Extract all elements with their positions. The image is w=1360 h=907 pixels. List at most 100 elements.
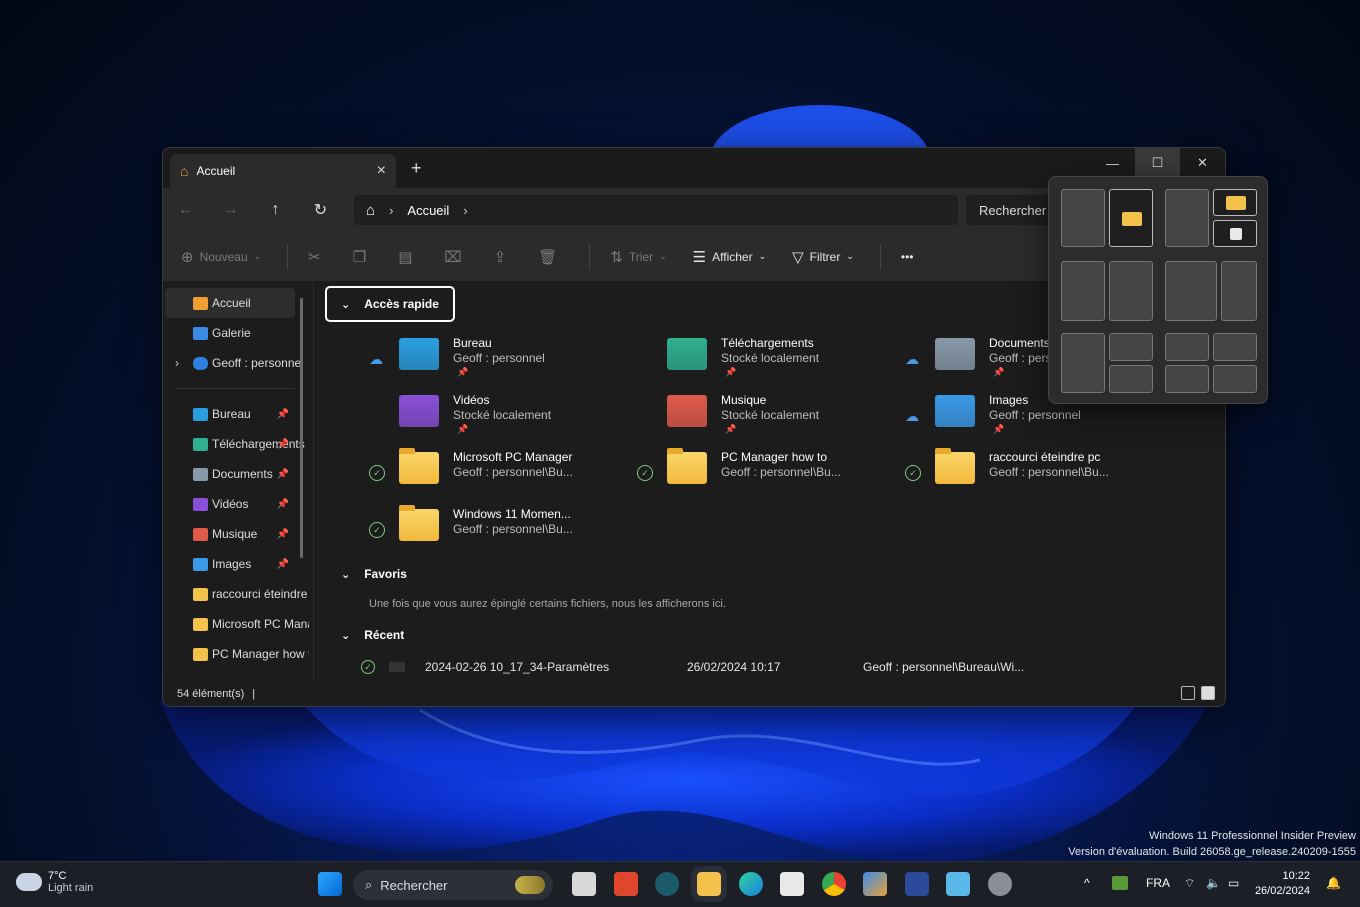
delete-button[interactable]: 🗑	[538, 248, 563, 266]
evaluation-watermark: Windows 11 Professionnel Insider Preview…	[1068, 828, 1356, 860]
snap-zone-quad-2[interactable]	[1213, 333, 1257, 361]
synced-check-icon: ✓	[369, 465, 385, 481]
snap-zone-left[interactable]	[1061, 333, 1105, 393]
folder-icon	[193, 617, 208, 631]
close-window-button[interactable]: ✕	[1180, 148, 1225, 178]
quick-access-item[interactable]: Musique Stocké localement 📌	[637, 393, 897, 443]
snap-zone-narrow-right[interactable]	[1221, 261, 1257, 321]
wifi-icon[interactable]: ⌔	[1184, 876, 1195, 891]
quick-access-header[interactable]: ⌄ Accès rapide	[325, 286, 455, 322]
sidebar-item-pinned[interactable]: raccourci éteindre pc	[163, 579, 309, 609]
pc-manager-icon[interactable]	[614, 872, 638, 896]
copilot-icon[interactable]	[655, 872, 679, 896]
input-language[interactable]: FRA	[1146, 876, 1170, 890]
snap-zone-col-1[interactable]	[1061, 261, 1105, 321]
chevron-up-icon[interactable]: ^	[1084, 876, 1090, 890]
new-button[interactable]: ⊕ Nouveau ⌄	[181, 248, 261, 266]
notification-bell-icon[interactable]: 🔔	[1326, 876, 1341, 890]
sidebar-scrollbar[interactable]	[300, 298, 303, 558]
cut-button[interactable]: ✂	[308, 248, 327, 266]
copy-button[interactable]: ❐	[353, 248, 372, 266]
sidebar-item-pinned[interactable]: Téléchargements 📌	[163, 429, 309, 459]
view-button[interactable]: ☰ Afficher ⌄	[693, 248, 766, 266]
up-button[interactable]: ↑	[253, 201, 298, 219]
copilot-pro-icon[interactable]	[863, 872, 887, 896]
folder-icon	[667, 448, 707, 484]
volume-icon[interactable]: 🔈	[1206, 876, 1221, 890]
quick-access-item[interactable]: ✓ Microsoft PC Manager Geoff : personnel\B…	[369, 448, 629, 500]
address-bar[interactable]: ⌂ › Accueil ›	[354, 195, 958, 225]
start-button[interactable]	[318, 872, 342, 896]
home-icon: ⌂	[366, 201, 376, 219]
item-location: Geoff : personnel	[453, 351, 545, 365]
snap-zone-quad-tr[interactable]	[1109, 333, 1153, 361]
tiles-view-button[interactable]	[1201, 686, 1215, 700]
snap-zone-col-2[interactable]	[1109, 261, 1153, 321]
section-recent[interactable]: ⌄ Récent	[341, 628, 404, 642]
chrome-icon[interactable]	[822, 872, 846, 896]
tab-accueil[interactable]: ⌂ Accueil ×	[170, 154, 396, 188]
sidebar-item-pinned[interactable]: Microsoft PC Manager	[163, 609, 309, 639]
battery-icon[interactable]: ▭	[1228, 876, 1239, 890]
section-favorites[interactable]: ⌄ Favoris	[341, 567, 407, 581]
more-options-button[interactable]: •••	[901, 250, 914, 264]
minimize-button[interactable]: —	[1090, 148, 1135, 178]
snap-zone-quad-br[interactable]	[1109, 365, 1153, 393]
sidebar-item-accueil[interactable]: Accueil	[165, 288, 295, 318]
notepad-icon[interactable]	[946, 872, 970, 896]
scissors-icon: ✂	[308, 248, 321, 266]
section-quick-access[interactable]: ⌄ Accès rapide	[325, 286, 455, 322]
forward-button[interactable]: →	[208, 201, 253, 219]
sidebar-item-galerie[interactable]: Galerie	[163, 318, 309, 348]
snap-zone-quad-1[interactable]	[1165, 333, 1209, 361]
chevron-right-icon[interactable]: ›	[175, 356, 179, 370]
sidebar-item-onedrive[interactable]: › Geoff : personnel	[163, 348, 309, 378]
chevron-right-icon[interactable]: ›	[463, 203, 467, 218]
edge-icon[interactable]	[739, 872, 763, 896]
store-icon[interactable]	[780, 872, 804, 896]
sidebar-item-pinned[interactable]: PC Manager how to	[163, 639, 309, 669]
snap-zone-half-right[interactable]	[1109, 189, 1153, 247]
pane-divider[interactable]	[313, 282, 314, 682]
new-tab-button[interactable]: +	[411, 158, 422, 179]
taskbar-search[interactable]: ⌕ Rechercher	[353, 870, 553, 900]
snap-zone-two-thirds-left[interactable]	[1165, 189, 1209, 247]
back-button[interactable]: ←	[163, 201, 208, 219]
maximize-button[interactable]: ☐	[1135, 148, 1180, 178]
breadcrumb-accueil[interactable]: Accueil	[407, 203, 449, 218]
close-tab-icon[interactable]: ×	[377, 162, 386, 180]
snap-zone-half-left[interactable]	[1061, 189, 1105, 247]
snap-zone-top-right[interactable]	[1213, 189, 1257, 216]
file-explorer-taskbar-icon[interactable]	[691, 866, 727, 902]
weather-widget[interactable]: 7°C Light rain	[16, 870, 93, 894]
sort-button[interactable]: ⇅ Trier ⌄	[610, 248, 666, 266]
snap-zone-wide-left[interactable]	[1165, 261, 1217, 321]
folder-icon	[193, 557, 208, 571]
quick-access-item[interactable]: Vidéos Stocké localement 📌	[369, 393, 629, 443]
snap-zone-bottom-right[interactable]	[1213, 220, 1257, 247]
refresh-button[interactable]: ↻	[298, 200, 343, 220]
quick-access-item[interactable]: Téléchargements Stocké localement 📌	[637, 336, 897, 386]
filter-button[interactable]: ▽ Filtrer ⌄	[792, 248, 854, 266]
snap-zone-quad-4[interactable]	[1213, 365, 1257, 393]
powershell-icon[interactable]	[905, 872, 929, 896]
chevron-down-icon: ⌄	[341, 629, 351, 642]
rename-button[interactable]: ⌧	[444, 248, 467, 266]
task-view-icon[interactable]	[572, 872, 596, 896]
tray-app-icon[interactable]	[1112, 876, 1128, 890]
paste-button[interactable]: ▤	[398, 248, 418, 266]
settings-gear-icon[interactable]	[988, 872, 1012, 896]
clock[interactable]: 10:22 26/02/2024	[1255, 869, 1310, 899]
quick-access-item[interactable]: ✓ PC Manager how to Geoff : personnel\Bu..…	[637, 448, 897, 500]
sidebar-item-pinned[interactable]: Musique 📌	[163, 519, 309, 549]
sidebar-item-pinned[interactable]: Documents 📌	[163, 459, 309, 489]
quick-access-item[interactable]: ☁ Bureau Geoff : personnel 📌	[369, 336, 629, 386]
sidebar-item-pinned[interactable]: Vidéos 📌	[163, 489, 309, 519]
snap-zone-quad-3[interactable]	[1165, 365, 1209, 393]
quick-access-item[interactable]: ✓ raccourci éteindre pc Geoff : personnel\…	[905, 448, 1165, 500]
quick-access-item[interactable]: ✓ Windows 11 Momen... Geoff : personnel\Bu…	[369, 505, 629, 557]
sidebar-item-pinned[interactable]: Bureau 📌	[163, 399, 309, 429]
share-button[interactable]: ⇪	[494, 248, 513, 266]
details-view-button[interactable]	[1181, 686, 1195, 700]
sidebar-item-pinned[interactable]: Images 📌	[163, 549, 309, 579]
